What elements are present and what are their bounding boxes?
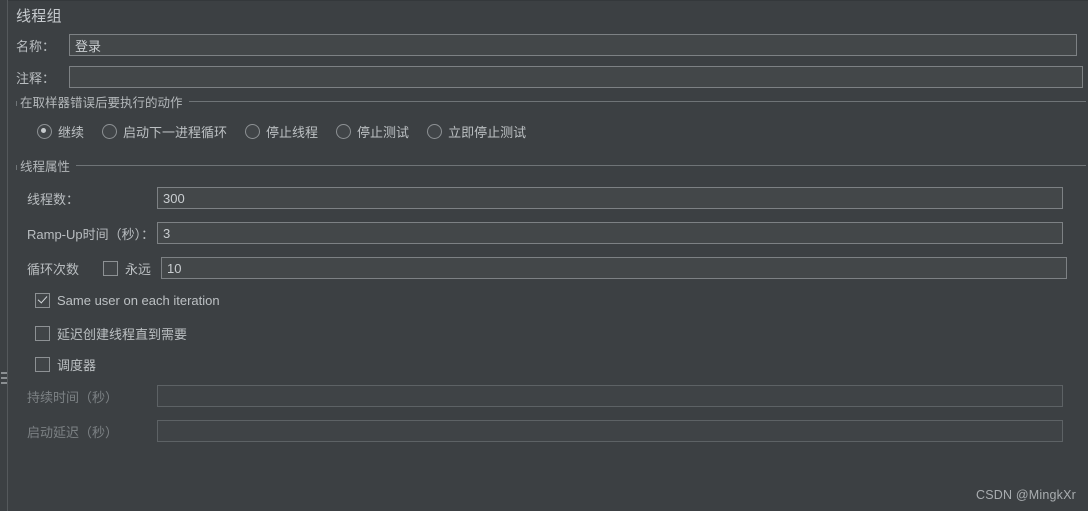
num-threads-input[interactable] xyxy=(157,187,1063,209)
error-action-group-header: 在取样器错误后要执行的动作 xyxy=(16,94,1086,110)
forever-checkbox-mark xyxy=(103,260,118,276)
comment-input[interactable] xyxy=(69,66,1083,88)
loop-count-row: 循环次数 永远 xyxy=(27,257,1068,279)
radio-stop-test[interactable]: 停止测试 xyxy=(336,122,409,141)
radio-stop-thread-label: 停止线程 xyxy=(266,125,319,140)
duration-input xyxy=(157,385,1063,407)
radio-stop-test-label: 停止测试 xyxy=(357,125,410,140)
radio-continue-label: 继续 xyxy=(58,125,85,140)
loop-count-label: 循环次数 xyxy=(27,261,80,277)
delayed-thread-creation-checkbox-mark xyxy=(35,326,50,341)
ramp-up-input[interactable] xyxy=(157,222,1063,244)
scheduler-checkbox-mark xyxy=(35,357,50,372)
scheduler-checkbox[interactable]: 调度器 xyxy=(35,355,96,374)
radio-stop-test-now-mark xyxy=(427,124,443,139)
split-pane-grip-icon[interactable] xyxy=(1,372,7,389)
comment-row: 注释： xyxy=(16,66,1087,88)
error-action-group-title: 在取样器错误后要执行的动作 xyxy=(20,95,183,110)
duration-label: 持续时间（秒） xyxy=(27,389,119,405)
name-input[interactable] xyxy=(69,34,1077,56)
num-threads-label: 线程数： xyxy=(27,191,80,207)
same-user-checkbox-mark xyxy=(35,293,50,308)
duration-row: 持续时间（秒） xyxy=(27,385,1063,407)
comment-label: 注释： xyxy=(16,70,56,86)
radio-stop-thread[interactable]: 停止线程 xyxy=(245,122,318,141)
ramp-up-row: Ramp-Up时间（秒）： xyxy=(27,222,1063,244)
scheduler-label: 调度器 xyxy=(57,358,97,373)
thread-properties-group-header: 线程属性 xyxy=(16,158,1086,174)
page-title: 线程组 xyxy=(16,8,62,25)
split-pane-divider[interactable] xyxy=(0,0,8,511)
loop-count-input[interactable] xyxy=(161,257,1068,279)
radio-start-next-loop-label: 启动下一进程循环 xyxy=(123,125,228,140)
delayed-thread-creation-checkbox[interactable]: 延迟创建线程直到需要 xyxy=(35,324,187,343)
thread-properties-group-title: 线程属性 xyxy=(20,159,71,174)
startup-delay-label: 启动延迟（秒） xyxy=(27,424,119,440)
startup-delay-row: 启动延迟（秒） xyxy=(27,420,1063,442)
same-user-label: Same user on each iteration xyxy=(57,293,220,308)
same-user-checkbox[interactable]: Same user on each iteration xyxy=(35,293,220,308)
name-label: 名称： xyxy=(16,38,56,54)
name-row: 名称： xyxy=(16,34,1083,56)
startup-delay-input xyxy=(157,420,1063,442)
radio-stop-test-now-label: 立即停止测试 xyxy=(448,125,527,140)
radio-stop-thread-mark xyxy=(245,124,261,139)
forever-label: 永远 xyxy=(125,261,152,277)
forever-checkbox[interactable]: 永远 xyxy=(103,259,151,278)
num-threads-row: 线程数： xyxy=(27,187,1063,209)
radio-continue-mark xyxy=(37,124,52,139)
watermark: CSDN @MingkXr xyxy=(975,488,1076,502)
radio-start-next-loop[interactable]: 启动下一进程循环 xyxy=(102,122,227,141)
radio-stop-test-mark xyxy=(336,124,352,139)
thread-group-panel: 线程组 名称： 注释： 在取样器错误后要执行的动作 继续 启动下一进程循环 xyxy=(0,0,1088,511)
error-action-radio-group: 继续 启动下一进程循环 停止线程 停止测试 立即停止测试 xyxy=(37,122,544,141)
delayed-thread-creation-label: 延迟创建线程直到需要 xyxy=(57,327,188,342)
ramp-up-label: Ramp-Up时间（秒）： xyxy=(27,226,155,242)
radio-start-next-loop-mark xyxy=(102,124,118,139)
radio-continue[interactable]: 继续 xyxy=(37,122,84,141)
radio-stop-test-now[interactable]: 立即停止测试 xyxy=(427,122,526,141)
